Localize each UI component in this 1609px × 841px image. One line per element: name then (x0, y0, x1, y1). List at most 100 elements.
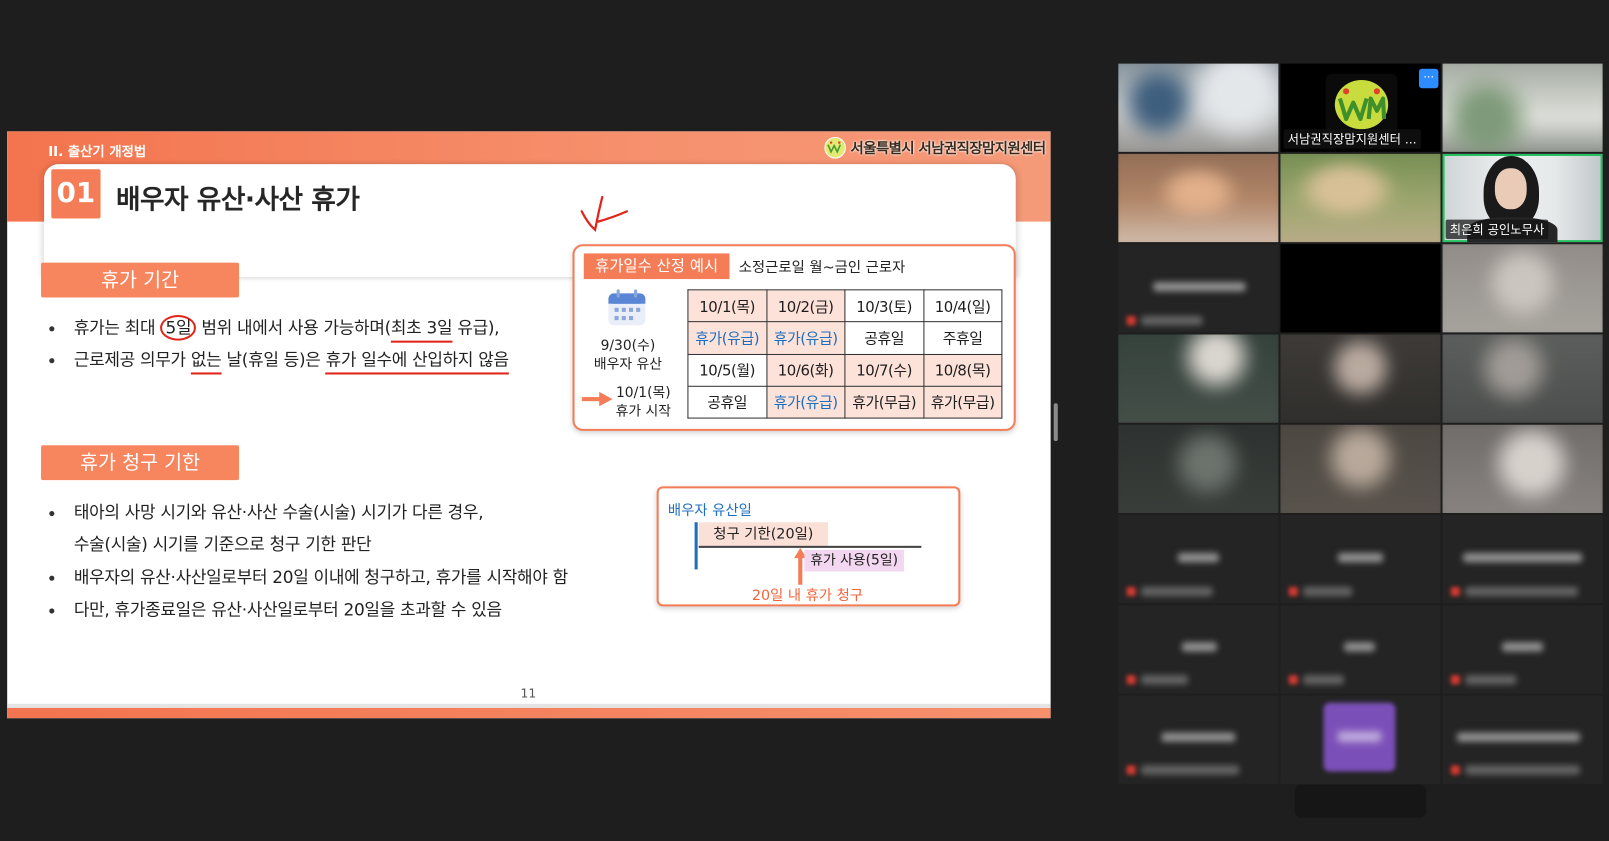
participant-tile[interactable] (1118, 63, 1279, 152)
gallery-pager[interactable] (1294, 784, 1427, 818)
participant-tile[interactable] (1442, 424, 1603, 513)
participant-tile[interactable] (1118, 334, 1279, 423)
participant-tile[interactable] (1442, 244, 1603, 333)
center-logo-mark-icon (824, 136, 846, 159)
participant-tile[interactable] (1118, 515, 1279, 604)
slide-section-header: II. 출산기 개정법 (48, 144, 147, 161)
bullet-marker (49, 510, 55, 517)
event-text: 배우자 유산 (593, 356, 662, 373)
blurred-name (1344, 642, 1375, 652)
blurred-video (1118, 334, 1279, 423)
muted-mic-icon (1450, 675, 1460, 685)
period-bullet-2: 근로제공 의무가 없는 날(휴일 등)은 휴가 일수에 산입하지 않음 (74, 348, 509, 375)
red-check-annotation-icon (580, 195, 629, 232)
section-label-leave-period: 휴가 기간 (41, 262, 240, 298)
blurred-name (1140, 586, 1213, 597)
bullet-marker (49, 358, 55, 364)
table-cell: 10/4(일) (922, 289, 1003, 323)
start-date: 10/1(목) (615, 384, 671, 402)
participant-tile[interactable] (1442, 515, 1603, 604)
deadline-bullet-1-line-2: 수술(시술) 시기를 기준으로 청구 기한 판단 (73, 534, 372, 555)
table-cell: 휴가(무급) (844, 385, 924, 419)
muted-mic-icon (1450, 586, 1460, 597)
participant-tile[interactable] (1442, 334, 1603, 423)
table-cell: 휴가(유급) (765, 321, 846, 355)
blurred-name (1465, 765, 1581, 775)
muted-mic-icon (1450, 765, 1460, 775)
participant-tile[interactable] (1280, 153, 1441, 243)
blurred-name (1181, 642, 1217, 652)
blurred-video (1280, 334, 1441, 423)
participant-tile[interactable] (1280, 244, 1441, 333)
deadline-bullet-3: 다만, 휴가종료일은 유산·사산일로부터 20일을 초과할 수 있음 (73, 600, 502, 620)
bullet-marker (49, 326, 55, 332)
more-options-button[interactable]: ··· (1418, 68, 1439, 89)
table-row: 휴가(유급) 휴가(유급) 공휴일 주휴일 (687, 321, 1003, 355)
participant-tile[interactable] (1118, 424, 1279, 513)
participant-tile-host[interactable]: ··· 서남권직장맘지원센터 ... (1280, 63, 1441, 152)
panel-resize-handle[interactable] (1053, 403, 1058, 442)
meeting-window: { "colors": { "background": "#1e1e1e", "… (0, 0, 1609, 841)
text-segment: 유급), (452, 318, 500, 338)
table-cell: 공휴일 (687, 385, 767, 419)
participant-tile[interactable] (1280, 695, 1441, 784)
participant-tile[interactable] (1442, 695, 1603, 784)
table-cell: 공휴일 (844, 321, 924, 355)
period-bullet-1: 휴가는 최대 5일 범위 내에서 사용 가능하며(최초 3일 유급), (74, 314, 500, 343)
deadline-bullet-2: 배우자의 유산·사산일로부터 20일 이내에 청구하고, 휴가를 시작해야 함 (73, 567, 568, 587)
participant-tile[interactable] (1118, 153, 1279, 243)
table-cell: 휴가(무급) (922, 385, 1003, 419)
underlined-annotation: 없는 (190, 349, 222, 375)
table-cell: 10/1(목) (687, 289, 767, 323)
blurred-name (1161, 732, 1236, 742)
blurred-name (1465, 675, 1517, 685)
participant-name: 최은희 공인노무사 (1445, 219, 1549, 240)
table-cell: 10/2(금) (765, 289, 846, 323)
blurred-name (1456, 732, 1581, 742)
participant-tile[interactable] (1280, 605, 1441, 694)
diagram-title: 배우자 유산일 (667, 502, 752, 520)
blurred-name (1140, 765, 1240, 775)
participant-tile[interactable] (1118, 695, 1279, 784)
blurred-name (1463, 553, 1583, 563)
diagram-caption: 20일 내 휴가 청구 (751, 587, 864, 605)
participant-name: 서남권직장맘지원센터 ... (1283, 129, 1421, 149)
participant-tile[interactable] (1442, 605, 1603, 694)
bullet-marker (49, 575, 55, 581)
blurred-name (1465, 586, 1578, 597)
calendar-icon (608, 289, 646, 326)
shared-slide: II. 출산기 개정법 서울특별시 서남권직장맘지원센터 01 배우자 유산·사… (7, 131, 1051, 719)
participant-tile[interactable] (1442, 63, 1603, 152)
participant-tile[interactable] (1280, 424, 1441, 513)
blurred-video (1280, 424, 1441, 513)
blurred-video (1118, 63, 1279, 152)
blurred-name (1153, 282, 1246, 292)
underlined-annotation: 최초 3일 (390, 318, 453, 343)
muted-mic-icon (1126, 586, 1136, 597)
muted-mic-icon (1126, 675, 1136, 685)
leave-use-bar: 휴가 사용(5일) (804, 549, 904, 572)
slide-footer-bar (7, 707, 1051, 719)
participant-tile[interactable] (1280, 515, 1441, 604)
table-cell: 10/7(수) (844, 353, 924, 387)
speaker-video-face (1494, 168, 1527, 210)
blurred-video (1442, 244, 1603, 333)
diagram-start-marker (694, 522, 698, 570)
blurred-video (1118, 153, 1279, 243)
slide-title: 배우자 유산·사산 휴가 (115, 184, 360, 216)
muted-mic-icon (1288, 675, 1298, 685)
muted-mic-icon (1126, 765, 1136, 775)
participant-tile[interactable] (1280, 334, 1441, 423)
blurred-name (1303, 586, 1353, 597)
stage: II. 출산기 개정법 서울특별시 서남권직장맘지원센터 01 배우자 유산·사… (0, 0, 1609, 840)
text-segment: 날(휴일 등)은 (221, 349, 326, 370)
claim-period-bar: 청구 기한(20일) (698, 522, 828, 547)
table-cell: 10/8(목) (922, 353, 1003, 387)
participant-tile[interactable] (1118, 244, 1279, 333)
table-row: 공휴일 휴가(유급) 휴가(무급) 휴가(무급) (687, 385, 1003, 419)
leave-days-example-box: 휴가일수 산정 예시 소정근로일 월~금인 근로자 9/30(수) 배우자 유산… (572, 244, 1016, 431)
table-row: 10/1(목) 10/2(금) 10/3(토) 10/4(일) (687, 289, 1003, 323)
participant-tile-active-speaker[interactable]: 최은희 공인노무사 (1442, 153, 1603, 243)
timeline-line (698, 545, 922, 548)
participant-tile[interactable] (1118, 605, 1279, 694)
